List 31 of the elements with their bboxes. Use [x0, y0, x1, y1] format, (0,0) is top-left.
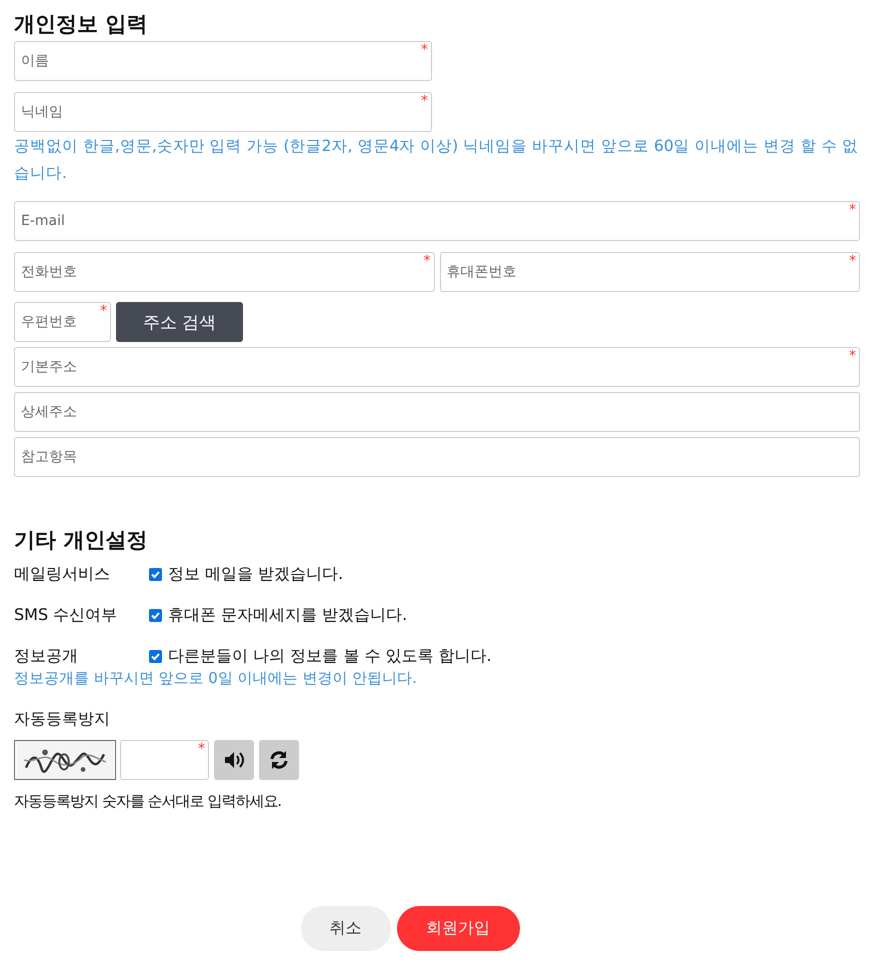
checkbox-label[interactable]: 정보 메일을 받겠습니다.	[168, 564, 344, 585]
checkbox-label[interactable]: 휴대폰 문자메세지를 받겠습니다.	[168, 605, 408, 626]
required-mark: *	[198, 741, 205, 757]
input-field[interactable]: 상세주소	[14, 392, 860, 432]
option-label: 메일링서비스	[14, 564, 111, 585]
section-title: 기타 개인설정	[14, 527, 148, 554]
input-field[interactable]: 참고항목	[14, 437, 860, 477]
signup-button[interactable]: 회원가입	[396, 906, 520, 951]
address-search-button[interactable]: 주소 검색	[116, 302, 243, 342]
required-mark: *	[421, 42, 428, 58]
required-mark: *	[421, 93, 428, 109]
speaker-icon[interactable]	[214, 740, 254, 780]
checkbox-label[interactable]: 다른분들이 나의 정보를 볼 수 있도록 합니다.	[168, 646, 492, 667]
required-mark: *	[424, 253, 430, 269]
option-label: SMS 수신여부	[14, 605, 118, 626]
hint-text: 공백없이 한글,영문,숫자만 입력 가능 (한글2자, 영문4자 이상) 닉네임을 바꾸시면 앞으로 60일 이내에는 변경 할 수 없습니다.	[14, 136, 860, 184]
refresh-icon[interactable]	[259, 740, 299, 780]
checkbox[interactable]	[149, 650, 162, 663]
input-field[interactable]	[120, 740, 209, 780]
cancel-button[interactable]: 취소	[300, 906, 390, 951]
required-mark: *	[849, 202, 856, 218]
required-mark: *	[100, 303, 107, 319]
hint-text: 정보공개를 바꾸시면 앞으로 0일 이내에는 변경이 안됩니다.	[14, 668, 418, 688]
captcha-title: 자동등록방지	[14, 708, 111, 730]
checkbox[interactable]	[149, 609, 162, 622]
required-mark: *	[849, 348, 856, 364]
section-title: 개인정보 입력	[14, 11, 148, 38]
option-label: 정보공개	[14, 646, 79, 667]
captcha-hint: 자동등록방지 숫자를 순서대로 입력하세요.	[14, 791, 282, 812]
checkbox[interactable]	[149, 568, 162, 581]
required-mark: *	[849, 253, 856, 269]
